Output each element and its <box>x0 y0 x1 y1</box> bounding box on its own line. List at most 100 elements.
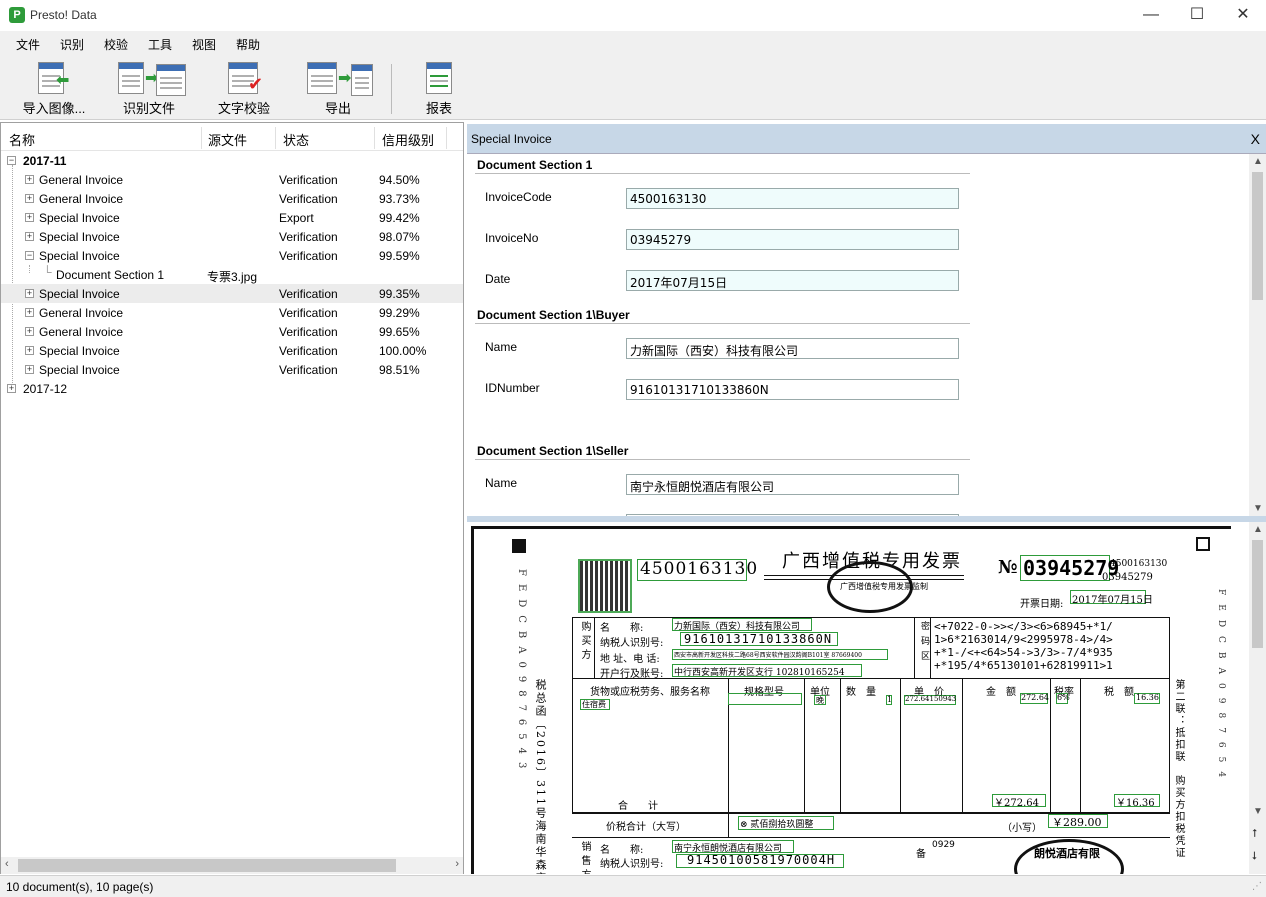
scrollbar-thumb[interactable] <box>1252 540 1263 648</box>
buyer-bank-label: 开户行及账号: <box>600 669 664 680</box>
row-status: Verification <box>279 192 338 206</box>
status-text: 10 document(s), 10 page(s) <box>6 880 154 894</box>
form-vertical-scrollbar[interactable]: ▲ ▼ <box>1249 154 1266 516</box>
close-window-button[interactable]: ✕ <box>1220 0 1266 31</box>
menu-view[interactable]: 视图 <box>192 36 216 53</box>
invoice-code-text: 4500163130 <box>640 559 759 579</box>
buyer-id-field[interactable]: 916101317101338​60N <box>626 379 959 400</box>
seller-name-label: 名 称: <box>600 845 644 856</box>
invoice-image-viewer[interactable]: 税总函〔2016〕311号海南华森实业公司 FEDCBA09876543 450… <box>467 522 1248 874</box>
resize-grip-icon[interactable]: ⋰ <box>1252 881 1262 892</box>
tree-row[interactable]: − Special Invoice Verification 99.59% <box>1 246 463 265</box>
price-text: 272.64150943 <box>905 695 957 703</box>
export-button[interactable]: ➡ 导出 <box>300 60 376 118</box>
scroll-down-icon[interactable]: ▼ <box>1253 806 1263 817</box>
scroll-right-icon[interactable]: › <box>455 858 459 870</box>
tree-row[interactable]: + General Invoice Verification 99.65% <box>1 322 463 341</box>
amount-text: 272.64 <box>1021 693 1049 702</box>
scroll-up-icon[interactable]: ▲ <box>1253 524 1263 535</box>
tree-row[interactable]: + Special Invoice Verification 100.00% <box>1 341 463 360</box>
total-tax-text: ￥16.36 <box>1116 798 1155 809</box>
menu-verify[interactable]: 校验 <box>104 36 128 53</box>
image-vertical-scrollbar[interactable]: ▲ ▼ ⭡ ⭣ <box>1249 522 1266 874</box>
total-label: 合 计 <box>618 801 658 812</box>
row-status: Verification <box>279 363 338 377</box>
horizontal-scrollbar[interactable]: ‹ › <box>1 857 463 874</box>
tax-text: 16.36 <box>1136 693 1159 702</box>
buyer-bank-text: 中行西安高新开发区支行 102810165254 <box>674 668 845 678</box>
buyer-name-field[interactable]: 力新国际（西安）科技有限公司 <box>626 338 959 359</box>
menu-help[interactable]: 帮助 <box>236 36 260 53</box>
expand-icon[interactable]: + <box>25 175 34 184</box>
row-credit: 99.35% <box>379 287 420 301</box>
expand-icon[interactable]: + <box>25 232 34 241</box>
expand-icon[interactable]: + <box>25 346 34 355</box>
row-credit: 93.73% <box>379 192 420 206</box>
row-name: Special Invoice <box>39 287 120 301</box>
row-status: Verification <box>279 249 338 263</box>
tree-row-child[interactable]: └ Document Section 1 专票3.jpg <box>1 265 463 284</box>
maximize-button[interactable]: ☐ <box>1174 0 1220 31</box>
expand-icon[interactable]: + <box>25 365 34 374</box>
column-status[interactable]: 状态 <box>283 130 309 149</box>
seller-name-field[interactable]: 南宁永恒朗悦酒店有限公司 <box>626 474 959 495</box>
menu-file[interactable]: 文件 <box>16 36 40 53</box>
tree-column-header: 名称 源文件 状态 信用级别 <box>1 123 463 151</box>
tree-row[interactable]: + General Invoice Verification 93.73% <box>1 189 463 208</box>
scrollbar-thumb[interactable] <box>1252 172 1263 300</box>
menu-tools[interactable]: 工具 <box>148 36 172 53</box>
buyer-side-label: 购买方 <box>579 621 590 663</box>
detail-panel: Special Invoice X Document Section 1 Inv… <box>467 124 1266 874</box>
row-status: Export <box>279 211 314 225</box>
collapse-icon[interactable]: − <box>7 156 16 165</box>
scroll-left-icon[interactable]: ‹ <box>5 858 9 870</box>
column-credit[interactable]: 信用级别 <box>382 130 434 149</box>
field-label: Date <box>485 272 511 286</box>
recognize-file-icon: ➡ <box>114 60 186 96</box>
row-status: Verification <box>279 287 338 301</box>
tree-row[interactable]: + Special Invoice Verification 98.51% <box>1 360 463 379</box>
tree-row-selected[interactable]: + Special Invoice Verification 99.35% <box>1 284 463 303</box>
import-image-button[interactable]: ⬅ 导入图像... <box>18 60 90 118</box>
collapse-icon[interactable]: − <box>25 251 34 260</box>
date-field[interactable]: 2017年07月15日 <box>626 270 959 291</box>
expand-icon[interactable]: + <box>25 308 34 317</box>
tree-group-row[interactable]: − 2017-11 <box>1 151 463 170</box>
tree-row[interactable]: + General Invoice Verification 99.29% <box>1 303 463 322</box>
scroll-up-icon[interactable]: ▲ <box>1253 156 1263 167</box>
column-name[interactable]: 名称 <box>9 130 35 149</box>
scroll-down-icon[interactable]: ▼ <box>1253 503 1263 514</box>
page-up-icon[interactable]: ⭡ <box>1252 828 1257 841</box>
row-status: Verification <box>279 325 338 339</box>
page-down-icon[interactable]: ⭣ <box>1252 850 1257 863</box>
row-credit: 99.65% <box>379 325 420 339</box>
invoice-no-field[interactable]: 03945279 <box>626 229 959 250</box>
number-small-text: 03945279 <box>1102 572 1153 583</box>
date-label: 开票日期: <box>1020 599 1064 610</box>
text-verify-icon: ✔ <box>224 60 264 96</box>
row-credit: 99.42% <box>379 211 420 225</box>
tree-group-row[interactable]: + 2017-12 <box>1 379 463 398</box>
export-label: 导出 <box>324 101 351 116</box>
small-label: （小写） <box>1002 823 1042 834</box>
minimize-button[interactable]: — <box>1128 0 1174 31</box>
tree-row[interactable]: + Special Invoice Verification 98.07% <box>1 227 463 246</box>
menu-recognize[interactable]: 识别 <box>60 36 84 53</box>
scrollbar-thumb[interactable] <box>18 859 396 872</box>
report-button[interactable]: 报表 <box>414 60 464 118</box>
expand-icon[interactable]: + <box>7 384 16 393</box>
tree-row[interactable]: + General Invoice Verification 94.50% <box>1 170 463 189</box>
close-panel-button[interactable]: X <box>1251 131 1260 147</box>
invoice-code-field[interactable]: 4500163130 <box>626 188 959 209</box>
invoice-left-margin: 税总函〔2016〕311号海南华森实业公司 <box>534 679 547 874</box>
tree-row[interactable]: + Special Invoice Export 99.42% <box>1 208 463 227</box>
recognize-file-button[interactable]: ➡ 识别文件 <box>110 60 188 118</box>
expand-icon[interactable]: + <box>25 327 34 336</box>
text-verify-button[interactable]: ✔ 文字校验 <box>212 60 276 118</box>
expand-icon[interactable]: + <box>25 194 34 203</box>
expand-icon[interactable]: + <box>25 213 34 222</box>
row-status: Verification <box>279 344 338 358</box>
row-credit: 100.00% <box>379 344 427 358</box>
column-source[interactable]: 源文件 <box>208 130 247 149</box>
expand-icon[interactable]: + <box>25 289 34 298</box>
